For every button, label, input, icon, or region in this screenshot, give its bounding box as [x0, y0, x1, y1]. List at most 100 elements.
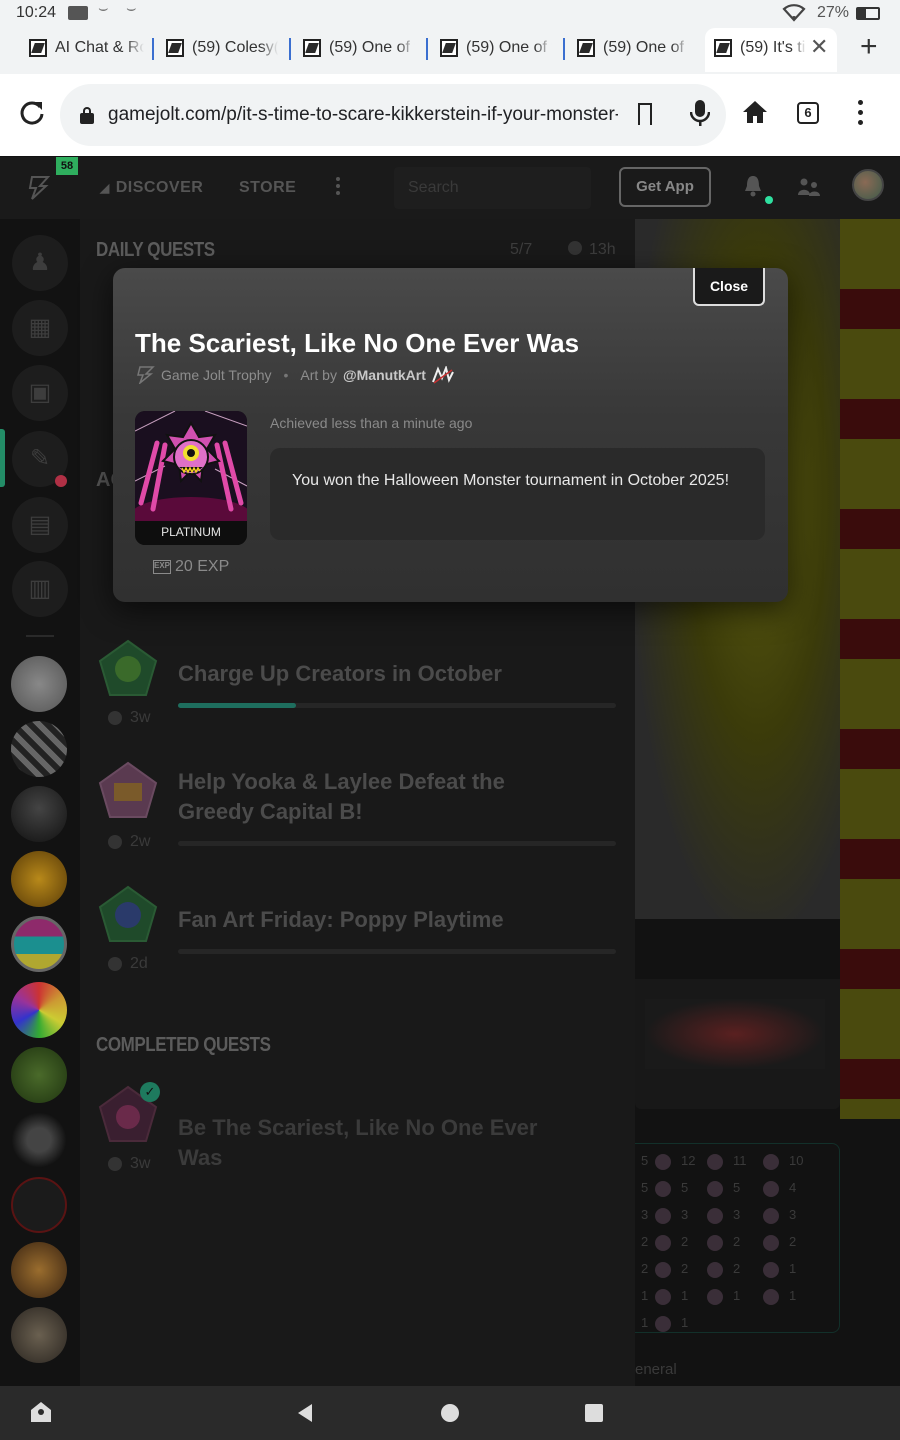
rail-backpack-button[interactable]: ▣	[12, 365, 68, 421]
artist-link[interactable]: @ManutkArt	[343, 367, 426, 383]
community-avatar-10[interactable]	[11, 1242, 67, 1298]
trophy-title: The Scariest, Like No One Ever Was	[135, 328, 580, 358]
lock-icon	[80, 107, 94, 124]
sticker-icon	[655, 1289, 671, 1305]
tab-label: (59) It's ti	[740, 39, 806, 56]
url-bar: gamejolt.com/p/it-s-time-to-scare-kikker…	[0, 74, 900, 156]
sticker-count: 1	[641, 1288, 649, 1303]
profile-icon: ♟	[29, 249, 51, 276]
quest-title: Charge Up Creators in October	[178, 661, 502, 686]
community-avatar-6[interactable]	[11, 982, 67, 1038]
quest-alert-dot	[55, 475, 67, 487]
tab-favicon-icon	[29, 39, 47, 57]
community-avatar-11[interactable]	[11, 1307, 67, 1363]
search-input[interactable]: Search	[394, 167, 591, 209]
tab-count-button[interactable]: 6	[797, 102, 819, 124]
discover-icon: ◢	[100, 181, 110, 195]
community-avatar-7[interactable]	[11, 1047, 67, 1103]
home-icon[interactable]	[742, 100, 768, 129]
community-avatar-9[interactable]	[11, 1177, 67, 1233]
tab-label: (59) One of t	[329, 39, 415, 56]
tab-one-of-3[interactable]: (59) One of t	[577, 28, 689, 68]
sticker-icon	[655, 1235, 671, 1251]
gamejolt-logo-icon[interactable]	[28, 175, 51, 206]
sticker-icon	[763, 1289, 779, 1305]
notification-count-badge: 58	[56, 157, 78, 175]
tab-favicon-icon	[166, 39, 184, 57]
nav-discover[interactable]: ◢ DISCOVER	[100, 157, 203, 219]
tab-ai-chat[interactable]: AI Chat & Ro	[29, 28, 144, 68]
site-header: 58 ◢ DISCOVER STORE Search Get App	[0, 157, 900, 219]
community-avatar-5[interactable]	[11, 916, 67, 972]
home-nav-icon[interactable]	[441, 1404, 459, 1422]
community-avatar-3[interactable]	[11, 786, 67, 842]
sticker-icon	[707, 1208, 723, 1224]
sticker-count: 5	[733, 1180, 741, 1195]
quest-time: 3w	[130, 1155, 151, 1172]
friends-icon[interactable]	[798, 177, 820, 202]
system-nav-bar	[0, 1386, 900, 1440]
quest-time: 2d	[130, 955, 148, 972]
clock-icon	[108, 1157, 122, 1171]
quest-item[interactable]: Fan Art Friday: Poppy Playtime 2d	[80, 885, 635, 1005]
missed-call-icon: ⌣	[98, 0, 109, 17]
tab-one-of-1[interactable]: (59) One of t	[303, 28, 415, 68]
recents-icon[interactable]	[585, 1404, 603, 1422]
accessibility-home-icon[interactable]	[30, 1401, 52, 1428]
reload-icon[interactable]	[18, 98, 46, 131]
completed-quest-item[interactable]: ✓ Be The Scariest, Like No One Ever Was …	[80, 1082, 635, 1185]
close-button[interactable]: Close	[693, 268, 765, 306]
art-by-label: Art by	[300, 367, 337, 383]
sticker-cluster	[645, 999, 825, 1069]
quest-time: 2w	[130, 833, 151, 850]
rail-chat-button[interactable]: ▤	[12, 497, 68, 553]
mic-icon[interactable]	[689, 100, 711, 133]
tab-one-of-2[interactable]: (59) One of t	[440, 28, 552, 68]
nav-store[interactable]: STORE	[239, 157, 296, 219]
tab-favicon-icon	[440, 39, 458, 57]
rail-store-button[interactable]: ▦	[12, 300, 68, 356]
quest-title: Be The Scariest, Like No One Ever Was	[178, 1115, 538, 1170]
sticker-count: 1	[733, 1288, 741, 1303]
get-app-button[interactable]: Get App	[619, 167, 711, 207]
sticker-counts-panel: 12 11 10 5 5 4 3 3 3 2 2 2 2 2 1 1 1 1 1 5 5 3 2 2 1 1	[635, 1143, 840, 1333]
quest-item[interactable]: Charge Up Creators in October 3w	[80, 639, 635, 759]
trophy-description: You won the Halloween Monster tournament…	[270, 448, 765, 540]
sticker-icon	[655, 1154, 671, 1170]
back-icon[interactable]	[296, 1403, 314, 1428]
bell-icon[interactable]	[744, 175, 762, 202]
quest-progress-bar	[178, 841, 616, 846]
status-bar: 10:24 ⌣ ⌣ 27%	[0, 0, 900, 28]
quest-progress-bar	[178, 703, 616, 708]
mail-icon	[68, 6, 88, 20]
bookmark-icon[interactable]	[638, 103, 652, 125]
tab-favicon-icon	[714, 39, 732, 57]
quest-item[interactable]: Help Yooka & Laylee Defeat the Greedy Ca…	[80, 761, 635, 891]
gamejolt-trophy-icon	[137, 366, 155, 384]
sticker-icon	[655, 1316, 671, 1332]
sticker-icon	[655, 1181, 671, 1197]
sticker-count: 2	[681, 1261, 689, 1276]
community-avatar-2[interactable]	[11, 721, 67, 777]
post-sticker-strip	[635, 979, 840, 1109]
completed-quests-title: COMPLETED QUESTS	[96, 1034, 271, 1056]
sticker-count: 1	[681, 1288, 689, 1303]
missed-call-icon-2: ⌣	[126, 0, 137, 17]
battery-icon	[856, 7, 880, 20]
trophy-card: PLATINUM	[135, 411, 247, 545]
url-text: gamejolt.com/p/it-s-time-to-scare-kikker…	[108, 104, 618, 125]
omnibox[interactable]: gamejolt.com/p/it-s-time-to-scare-kikker…	[60, 84, 726, 146]
close-tab-icon[interactable]: ✕	[810, 34, 828, 60]
tab-active-label[interactable]: (59) It's ti	[714, 28, 806, 68]
left-rail: ♟ ▦ ▣ ✎ ▤ ▥	[0, 219, 80, 1386]
tab-colesy[interactable]: (59) Colesy(	[166, 28, 278, 68]
new-tab-icon[interactable]: +	[860, 30, 878, 64]
battery-percent: 27%	[817, 4, 850, 21]
rail-profile-button[interactable]: ♟	[12, 235, 68, 291]
trophy-exp: EXP 20 EXP	[153, 558, 229, 576]
community-avatar-8[interactable]	[11, 1112, 67, 1168]
community-avatar-1[interactable]	[11, 656, 67, 712]
rail-library-button[interactable]: ▥	[12, 561, 68, 617]
community-avatar-4[interactable]	[11, 851, 67, 907]
user-avatar[interactable]	[852, 169, 884, 201]
